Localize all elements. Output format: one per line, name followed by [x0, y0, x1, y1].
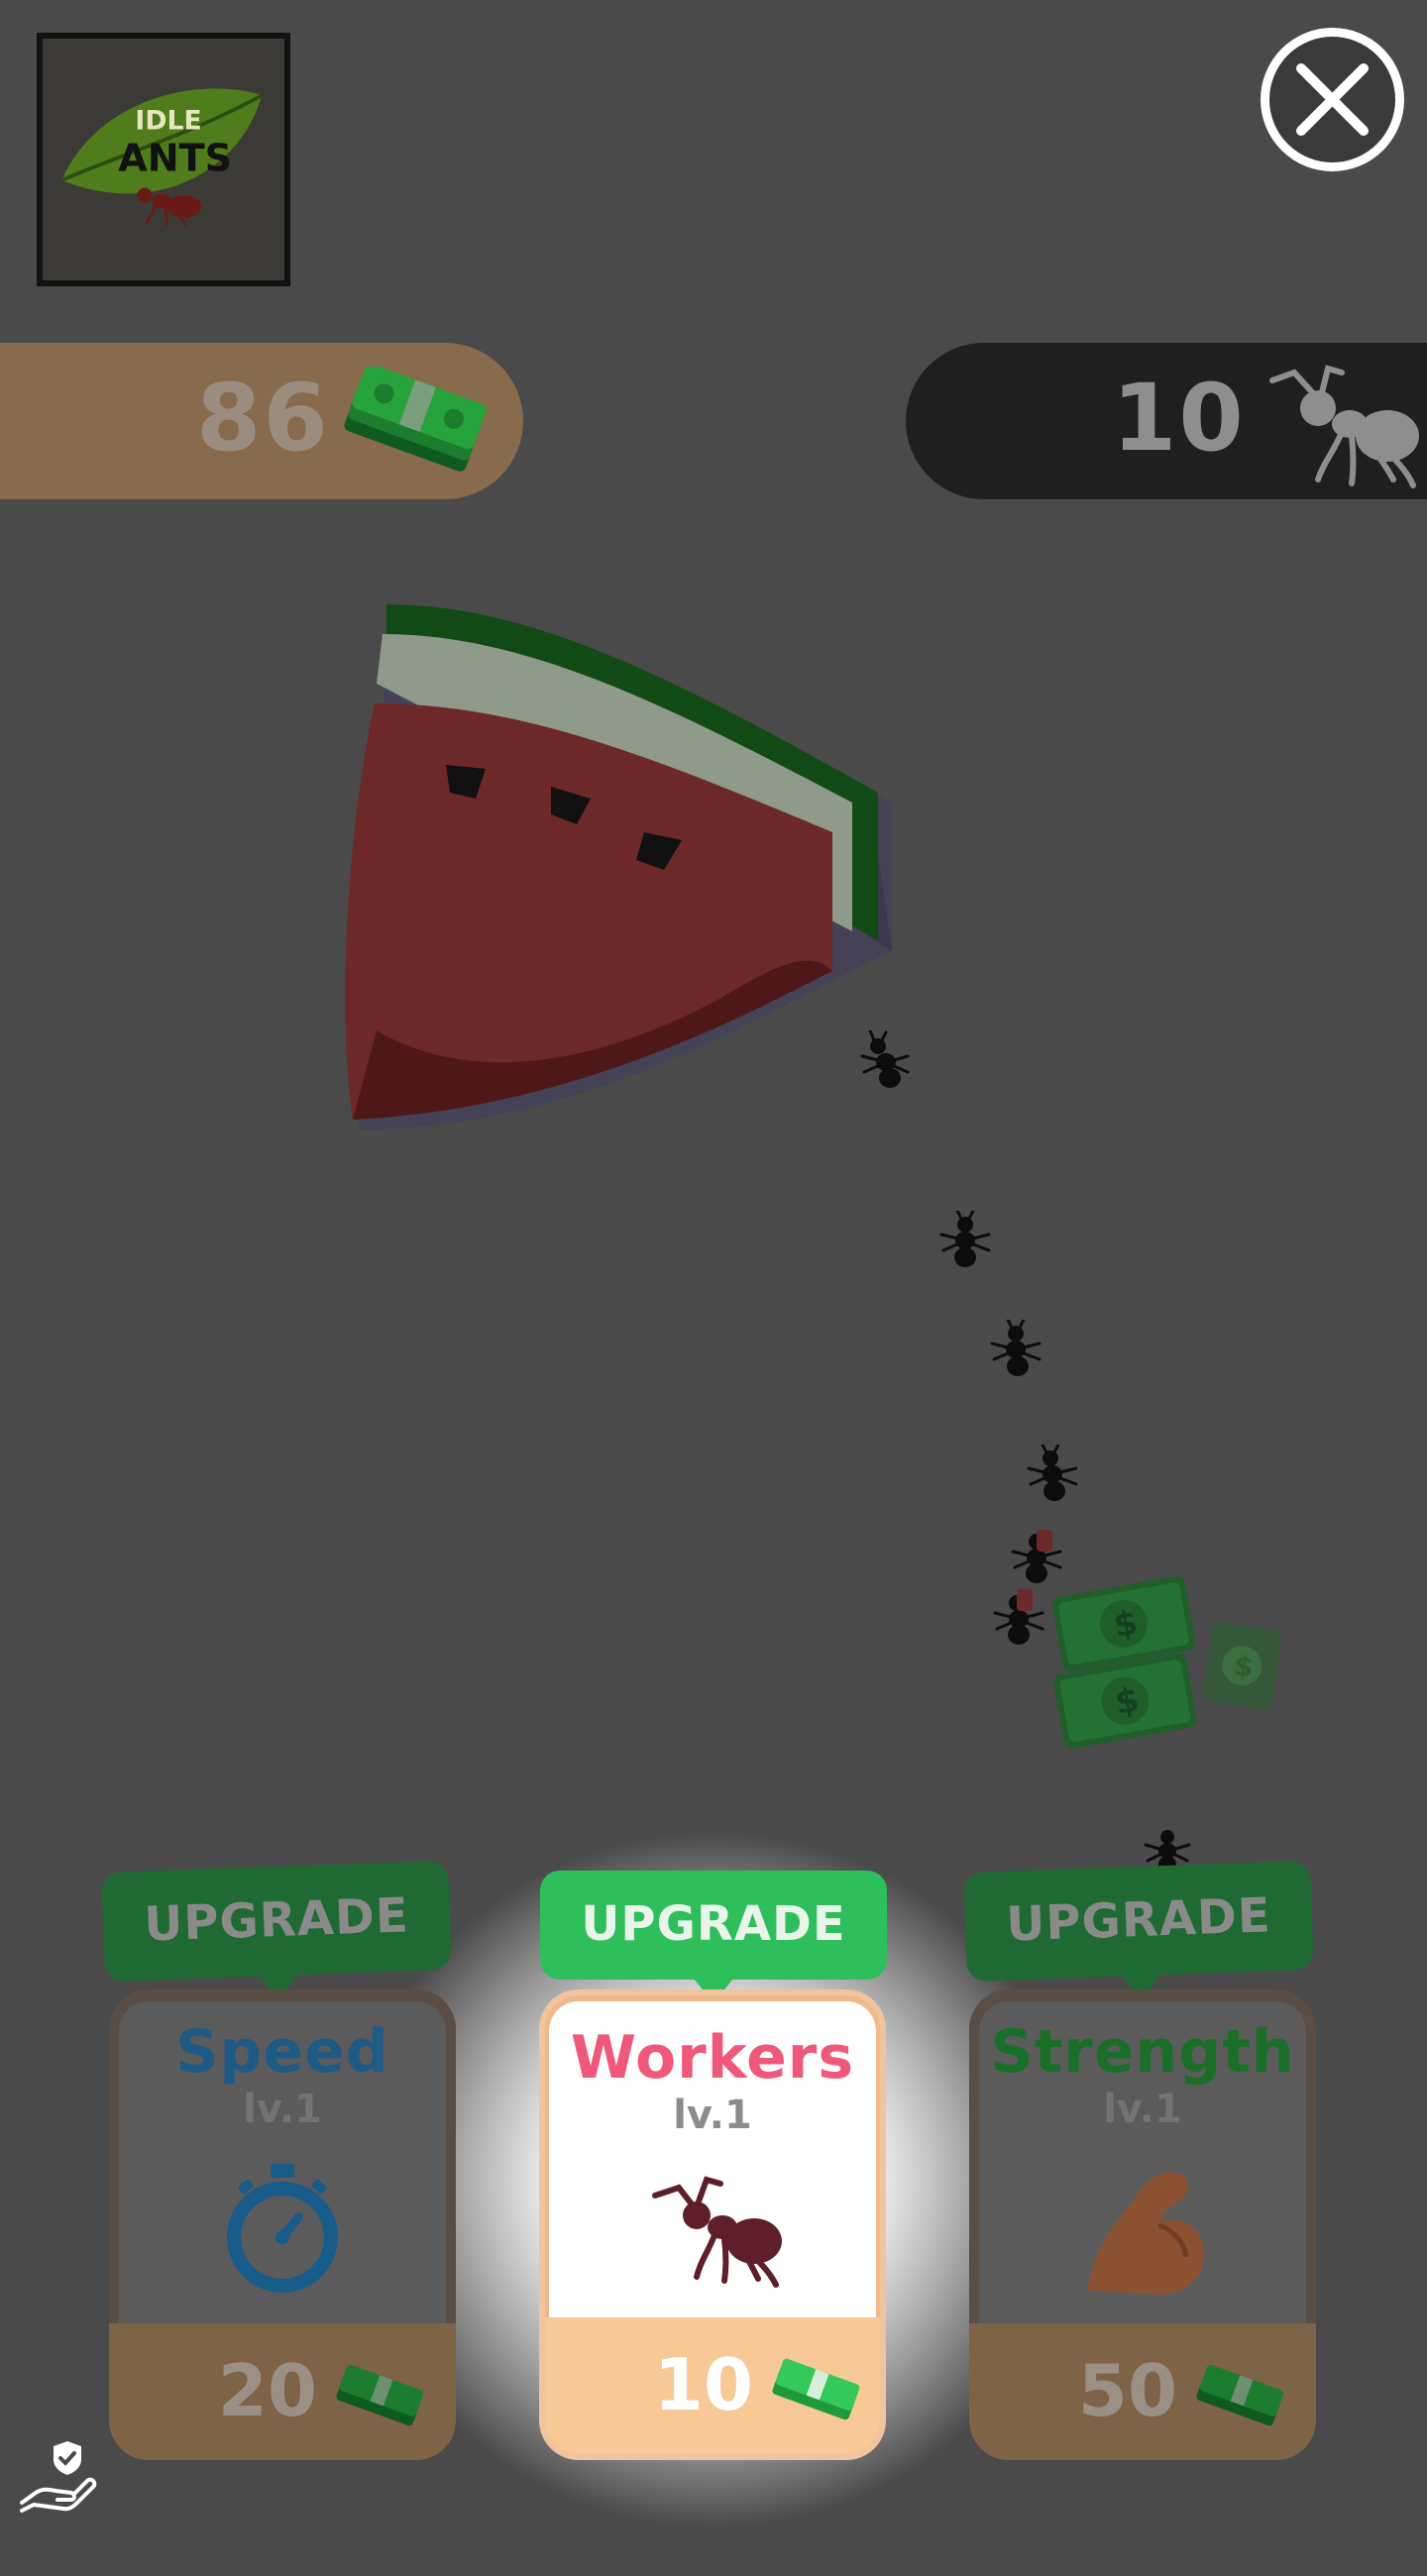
money-value: 86: [196, 365, 330, 473]
upgrade-cost: 20: [217, 2349, 317, 2432]
upgrade-title: Strength: [990, 2017, 1295, 2087]
game-logo: IDLE ANTS: [37, 33, 290, 286]
leaf-ant-logo-icon: IDLE ANTS: [43, 39, 284, 280]
ant-icon: [1269, 365, 1419, 488]
ant: [1027, 1445, 1078, 1501]
upgrade-level: lv.1: [673, 2093, 752, 2138]
upgrade-cost: 10: [653, 2343, 753, 2426]
cash-icon: [336, 2364, 424, 2426]
logo-title-line2: ANTS: [118, 136, 232, 179]
strength-upgrade-card[interactable]: Strength lv.1 50: [969, 1989, 1316, 2460]
cash-icon: [772, 2358, 860, 2420]
workers-upgrade-button[interactable]: UPGRADE: [540, 1871, 887, 2003]
money-counter: 86: [0, 343, 523, 499]
upgrade-level: lv.1: [1103, 2087, 1182, 2132]
ant-icon: [652, 2176, 782, 2288]
cash-icon: [1196, 2364, 1284, 2426]
ant: [990, 1320, 1042, 1376]
workers-counter: 10: [906, 343, 1427, 499]
upgrade-level: lv.1: [243, 2087, 322, 2132]
logo-title-line1: IDLE: [135, 106, 201, 137]
privacy-hand-shield-icon[interactable]: [18, 2437, 99, 2519]
cash-stack-icon: [344, 367, 487, 472]
upgrade-cost: 50: [1077, 2349, 1177, 2432]
workers-upgrade-card[interactable]: Workers lv.1 10: [539, 1989, 886, 2460]
upgrade-title: Speed: [175, 2017, 389, 2087]
upgrade-title: Workers: [570, 2023, 855, 2093]
speed-upgrade-button[interactable]: UPGRADE: [101, 1860, 452, 2000]
stopwatch-icon: [227, 2164, 338, 2293]
strength-upgrade-button[interactable]: UPGRADE: [963, 1860, 1314, 2000]
upgrade-label: UPGRADE: [581, 1896, 846, 1952]
workers-count: 10: [1112, 365, 1246, 473]
ant: [860, 1030, 910, 1088]
flexed-arm-icon: [1087, 2172, 1205, 2295]
cash-reward-icon: $ $ $: [1051, 1575, 1281, 1749]
close-icon: [1296, 63, 1369, 136]
watermelon-slice: [345, 604, 892, 1129]
ant: [939, 1211, 991, 1267]
close-button[interactable]: [1261, 28, 1404, 171]
ant-carrying-food: [993, 1589, 1044, 1645]
speed-upgrade-card[interactable]: Speed lv.1 20: [109, 1989, 456, 2460]
